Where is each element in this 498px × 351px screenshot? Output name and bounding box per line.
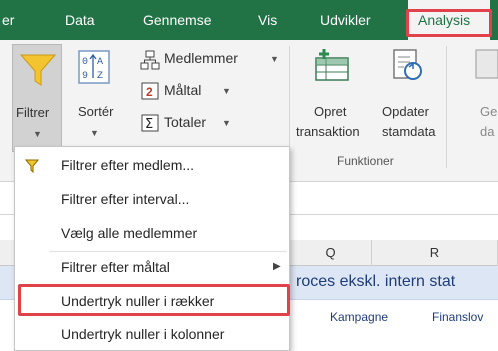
menu-item-filter-by-member[interactable]: Filtrer efter medlem... — [15, 151, 289, 181]
members-button[interactable]: Medlemmer ▼ — [140, 48, 280, 72]
create-transaction-icon — [315, 49, 349, 81]
update-masterdata-label-line2: stamdata — [382, 124, 436, 139]
cut-off-label-line2: da — [480, 124, 495, 139]
filter-dropdown-caret: ▼ — [33, 129, 42, 139]
cut-off-ribbon-button[interactable]: Ge da — [452, 44, 498, 148]
column-header-q[interactable]: Q — [290, 240, 372, 266]
functions-group-label: Funktioner — [337, 154, 394, 168]
filter-funnel-icon — [19, 54, 57, 86]
measures-button-label: Måltal — [164, 82, 202, 98]
totals-button[interactable]: Σ Totaler ▼ — [140, 112, 250, 136]
cell-kampagne[interactable]: Kampagne — [330, 310, 388, 324]
svg-text:Σ: Σ — [145, 117, 153, 132]
sort-dropdown-caret: ▼ — [90, 128, 99, 138]
document-icon — [475, 49, 498, 79]
svg-text:9: 9 — [82, 71, 88, 82]
measures-icon: 2 — [141, 82, 159, 100]
filter-funnel-icon — [25, 159, 39, 173]
update-masterdata-label-line1: Opdater — [382, 104, 429, 119]
sort-button[interactable]: 0 9 A Z Sortér ▼ — [68, 44, 118, 152]
svg-text:0: 0 — [82, 57, 88, 68]
menu-item-label: Undertryk nuller i kolonner — [61, 326, 225, 342]
menu-item-label: Filtrer efter måltal — [61, 259, 170, 275]
tab-partial[interactable]: er — [2, 0, 14, 40]
menu-item-label: Vælg alle medlemmer — [61, 225, 198, 241]
submenu-arrow-icon: ▶ — [273, 261, 281, 272]
members-button-label: Medlemmer — [164, 50, 238, 66]
totals-button-label: Totaler — [164, 114, 207, 130]
analysis-tab-highlight — [406, 9, 492, 37]
menu-divider — [49, 251, 287, 252]
tab-vis[interactable]: Vis — [258, 0, 277, 40]
menu-item-label: Filtrer efter interval... — [61, 191, 190, 207]
update-masterdata-icon — [393, 49, 422, 80]
tab-data[interactable]: Data — [65, 0, 95, 40]
svg-text:Z: Z — [97, 71, 103, 82]
svg-text:2: 2 — [146, 85, 153, 99]
menu-item-select-all-members[interactable]: Vælg alle medlemmer — [15, 219, 289, 249]
filter-button-label: Filtrer — [16, 105, 50, 120]
menu-item-filter-by-measure[interactable]: Filtrer efter måltal ▶ — [15, 253, 289, 283]
members-hierarchy-icon — [140, 50, 160, 70]
measures-dropdown-caret: ▼ — [222, 86, 231, 96]
menu-item-suppress-zeros-columns[interactable]: Undertryk nuller i kolonner — [15, 320, 289, 350]
column-header-r[interactable]: R — [372, 240, 498, 266]
create-transaction-label-line1: Opret — [314, 104, 347, 119]
totals-dropdown-caret: ▼ — [222, 118, 231, 128]
totals-sigma-icon: Σ — [141, 114, 159, 132]
filter-dropdown-menu: Filtrer efter medlem... Filtrer efter in… — [14, 146, 290, 351]
suppress-zeros-rows-highlight — [18, 284, 290, 316]
filter-button[interactable]: Filtrer ▼ — [12, 44, 62, 152]
update-masterdata-button[interactable]: Opdater stamdata — [372, 44, 444, 148]
tab-gennemse[interactable]: Gennemse — [143, 0, 211, 40]
ribbon-tab-bar: er Data Gennemse Vis Udvikler Analysis — [0, 0, 498, 40]
sort-az-icon: 0 9 A Z — [78, 50, 110, 84]
cut-off-label-line1: Ge — [480, 104, 498, 119]
sort-button-label: Sortér — [78, 104, 114, 119]
tab-udvikler[interactable]: Udvikler — [320, 0, 371, 40]
create-transaction-label-line2: transaktion — [296, 124, 360, 139]
create-transaction-button[interactable]: Opret transaktion — [296, 44, 368, 148]
banner-cell-text[interactable]: roces ekskl. intern stat — [296, 273, 455, 291]
cell-finanslov[interactable]: Finanslov — [432, 310, 483, 324]
measures-button[interactable]: 2 Måltal ▼ — [140, 80, 250, 104]
menu-item-filter-by-interval[interactable]: Filtrer efter interval... — [15, 185, 289, 215]
svg-text:A: A — [97, 57, 103, 68]
members-dropdown-caret: ▼ — [270, 54, 279, 64]
menu-item-label: Filtrer efter medlem... — [61, 157, 195, 173]
ribbon-separator — [446, 46, 447, 168]
